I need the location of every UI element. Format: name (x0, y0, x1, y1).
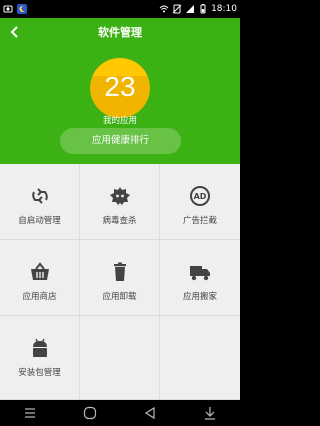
grid-item-ad-block[interactable]: AD 广告拦截 (160, 164, 240, 240)
screen: 18:10 软件管理 23 我的应用 应用健康排行 自启动管理 病毒查杀 AD … (0, 0, 240, 426)
grid-item-virus-scan[interactable]: 病毒查杀 (80, 164, 160, 240)
grid-item-label: 病毒查杀 (102, 216, 137, 226)
grid-item-app-store[interactable]: 应用商店 (0, 240, 80, 316)
autostart-icon (31, 188, 48, 204)
grid-item-empty (80, 316, 160, 400)
grid-item-label: 应用搬家 (182, 292, 217, 302)
menu-icon[interactable] (23, 406, 37, 420)
status-time: 18:10 (211, 4, 237, 14)
truck-icon (190, 266, 210, 281)
wifi-icon (159, 5, 169, 13)
store-basket-icon (30, 262, 49, 280)
grid-item-package-manager[interactable]: 安装包管理 (0, 316, 80, 400)
svg-text:AD: AD (194, 192, 207, 201)
navigation-bar (0, 400, 240, 426)
top-bar: 软件管理 (0, 18, 240, 46)
app-health-rank-button[interactable]: 应用健康排行 (60, 128, 181, 154)
grid-item-label: 应用卸载 (102, 292, 137, 302)
screenshot-icon (3, 5, 13, 13)
grid-item-label: 安装包管理 (18, 368, 61, 378)
grid-item-autostart[interactable]: 自启动管理 (0, 164, 80, 240)
grid-item-label: 自启动管理 (18, 216, 61, 226)
score-label: 我的应用 (102, 116, 137, 126)
download-icon[interactable] (203, 406, 217, 420)
header: 软件管理 23 我的应用 应用健康排行 (0, 18, 240, 164)
grid-item-uninstall[interactable]: 应用卸载 (80, 240, 160, 316)
back-icon[interactable] (143, 406, 157, 420)
moon-icon (17, 4, 27, 14)
feature-grid: 自启动管理 病毒查杀 AD 广告拦截 应用商店 应用卸载 应用搬家 安装包管理 (0, 164, 240, 400)
battery-icon (200, 4, 206, 14)
score-number: 23 (104, 71, 136, 102)
grid-item-empty (160, 316, 240, 400)
no-sim-icon (172, 4, 182, 14)
page-title: 软件管理 (98, 26, 142, 39)
status-bar: 18:10 (0, 0, 240, 18)
trash-icon (113, 262, 126, 281)
virus-icon (109, 187, 130, 205)
ad-block-icon: AD (190, 186, 210, 206)
grid-item-label: 应用商店 (22, 292, 57, 302)
signal-icon (186, 5, 195, 13)
score-circle: 23 (90, 58, 150, 118)
home-icon[interactable] (83, 406, 97, 420)
grid-item-app-move[interactable]: 应用搬家 (160, 240, 240, 316)
grid-item-label: 广告拦截 (182, 216, 217, 226)
android-icon (32, 338, 47, 357)
